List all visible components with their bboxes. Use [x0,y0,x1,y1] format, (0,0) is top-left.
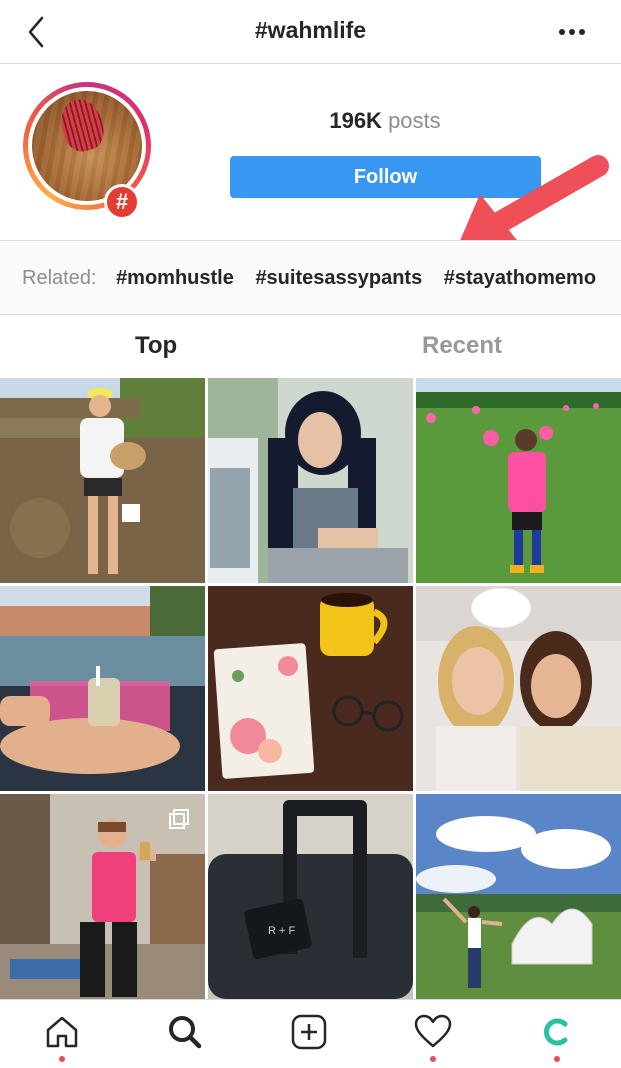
nav-profile[interactable] [537,1014,577,1062]
multiple-photos-icon [169,809,189,829]
activity-heart-icon [414,1014,452,1048]
new-post-icon [291,1014,327,1050]
grid-photo-woman-gym-selfie[interactable] [0,794,205,999]
related-tag-stayathomemo[interactable]: #stayathomemo [444,267,596,289]
follow-button[interactable]: Follow [230,156,541,198]
posts-count: 196K posts [230,108,540,134]
grid-photo-two-women-selfie[interactable] [416,586,621,791]
grid-photo-boy-soccer-field[interactable] [416,378,621,583]
hashtag-header: # 196K posts Follow [0,64,621,250]
photo-grid: R + F [0,378,621,999]
nav-new-post[interactable] [289,1014,329,1058]
related-hashtags-bar: Related: #momhustle #suitesassypants #st… [0,240,621,315]
grid-photo-suitcase-luggage-tag[interactable]: R + F [208,794,413,999]
related-tag-momhustle[interactable]: #momhustle [116,267,234,289]
related-tag-suitesassypants[interactable]: #suitesassypants [255,267,422,289]
nav-activity[interactable] [413,1014,453,1062]
grid-photo-pool-and-drink[interactable] [0,586,205,791]
tab-recent[interactable]: Recent [422,332,502,360]
top-bar: #wahmlife [0,0,621,64]
profile-icon [544,1018,568,1046]
home-notification-dot [59,1056,65,1062]
luggage-tag-text: R + F [268,925,295,937]
more-options-button[interactable] [557,22,587,42]
feed-tabs: Top Recent [0,316,621,378]
bottom-navigation [0,999,621,1068]
nav-home[interactable] [42,1014,82,1062]
tab-top[interactable]: Top [135,332,177,360]
grid-photo-planner-and-mug[interactable] [208,586,413,791]
page-title: #wahmlife [254,17,367,43]
grid-photo-woman-park-sculpture[interactable] [416,794,621,999]
activity-notification-dot [430,1056,436,1062]
more-dots-icon [559,29,585,35]
nav-search[interactable] [165,1014,205,1058]
posts-count-value: 196K [329,108,382,133]
hashtag-badge-icon: # [104,184,140,220]
grid-photo-woman-with-laptop[interactable] [208,378,413,583]
posts-count-label: posts [388,108,441,133]
search-icon [169,1016,202,1049]
profile-notification-dot [554,1056,560,1062]
home-icon [46,1016,78,1048]
related-label: Related: [22,267,97,289]
grid-photo-woman-with-chicken[interactable] [0,378,205,583]
